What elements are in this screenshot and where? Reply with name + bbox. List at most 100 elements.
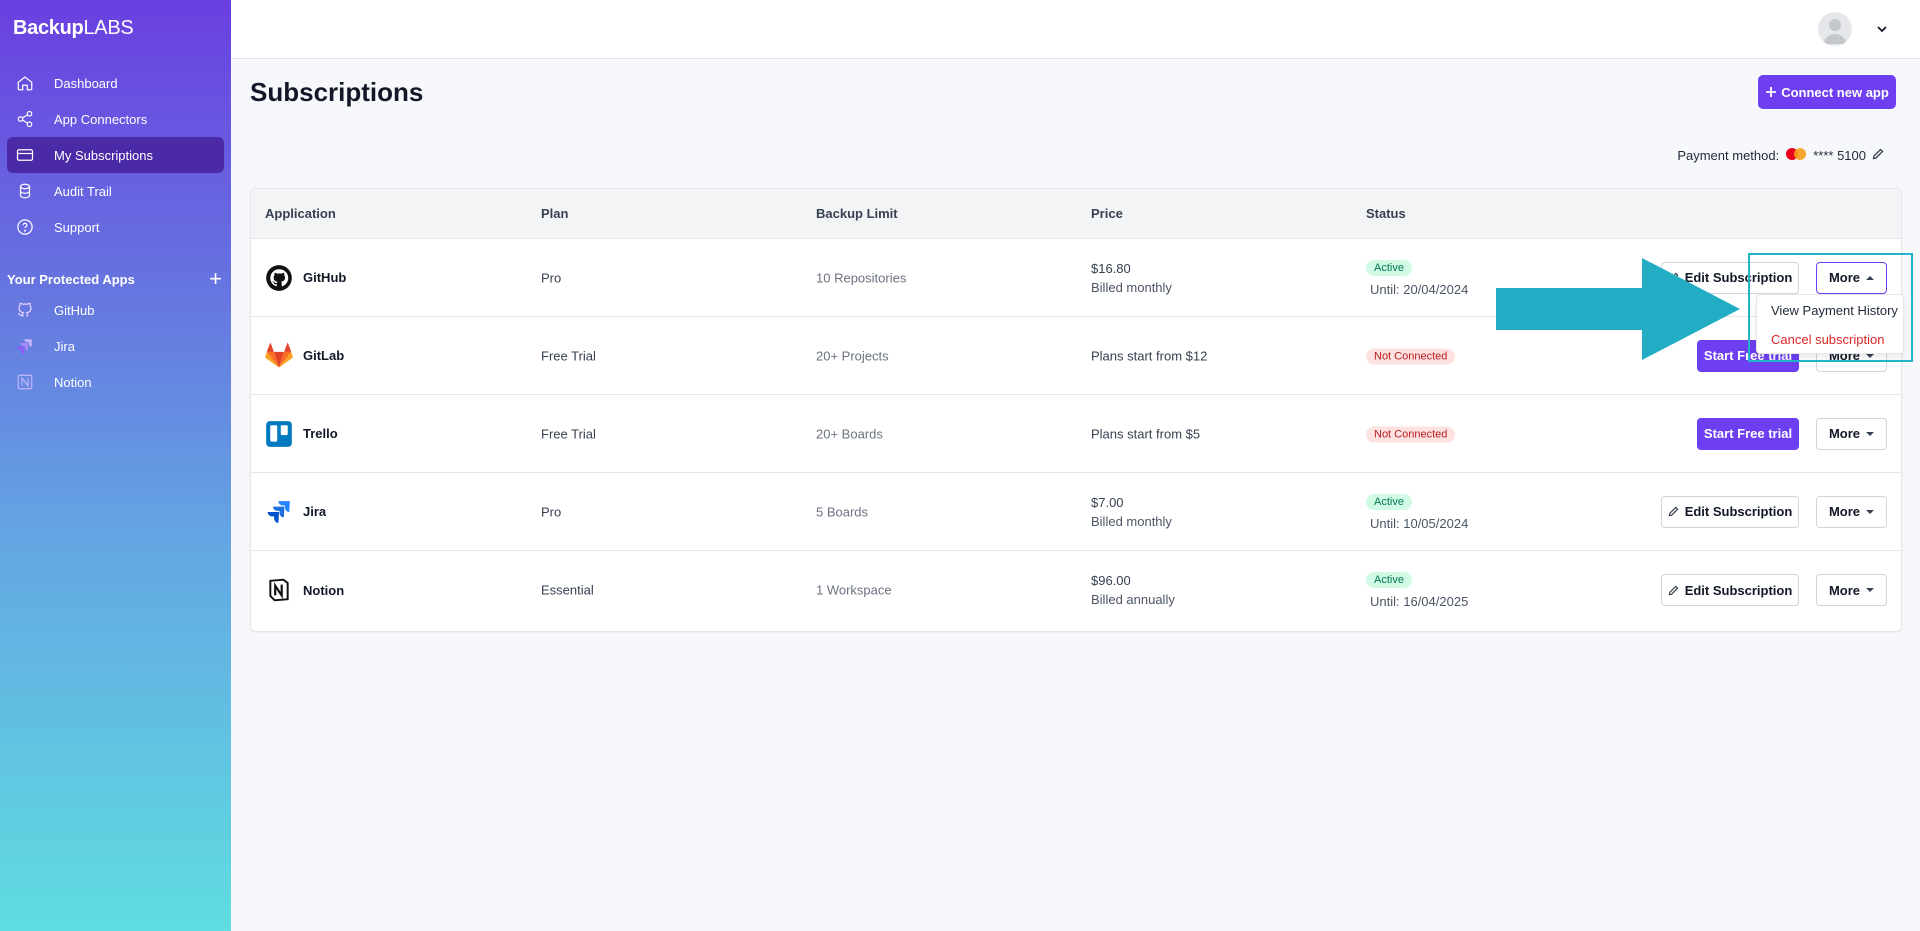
- pencil-icon: [1668, 506, 1679, 517]
- sidebar-item-github[interactable]: GitHub: [7, 292, 224, 328]
- card-number: **** 5100: [1813, 148, 1866, 163]
- status-badge: Active: [1366, 259, 1412, 276]
- edit-pencil-icon[interactable]: [1872, 148, 1884, 163]
- sidebar-item-audit-trail[interactable]: Audit Trail: [7, 173, 224, 209]
- app-name: GitLab: [303, 348, 345, 363]
- plan-cell: Pro: [541, 270, 562, 285]
- app-cell: GitHub: [265, 264, 346, 292]
- sidebar-item-dashboard[interactable]: Dashboard: [7, 65, 224, 101]
- more-dropdown-menu: View Payment History Cancel subscription: [1756, 294, 1904, 354]
- caret-down-icon: [1866, 431, 1875, 436]
- backup-limit-cell: 20+ Boards: [816, 426, 883, 441]
- jira-icon: [265, 498, 293, 526]
- sidebar-item-label: App Connectors: [54, 111, 148, 127]
- app-cell: GitLab: [265, 342, 344, 370]
- edit-subscription-button[interactable]: Edit Subscription: [1661, 574, 1799, 606]
- status-cell: Not Connected: [1366, 425, 1456, 442]
- status-cell: Active Until: 10/05/2024: [1366, 493, 1468, 531]
- sidebar-item-label: Jira: [54, 338, 75, 354]
- sidebar-item-label: My Subscriptions: [54, 147, 153, 163]
- app-name: Jira: [303, 504, 327, 519]
- chevron-down-icon[interactable]: [1876, 22, 1888, 40]
- sidebar-item-label: GitHub: [54, 302, 95, 318]
- pencil-icon: [1668, 585, 1679, 595]
- column-header: Price: [1091, 206, 1123, 221]
- sidebar-item-notion[interactable]: Notion: [7, 364, 224, 400]
- pencil-icon: [1668, 272, 1679, 283]
- column-header: Application: [265, 206, 336, 221]
- more-button[interactable]: More: [1816, 417, 1887, 450]
- backup-limit-cell: 1 Workspace: [816, 582, 892, 598]
- sidebar-item-my-subscriptions[interactable]: My Subscriptions: [7, 137, 224, 173]
- notion-icon: [15, 372, 35, 392]
- connect-new-app-button[interactable]: Connect new app: [1758, 75, 1896, 109]
- sidebar-item-label: Support: [54, 219, 100, 235]
- table-row: Jira Pro 5 Boards $7.00 Billed monthly A…: [251, 473, 1901, 551]
- sidebar-item-app-connectors[interactable]: App Connectors: [7, 101, 224, 137]
- edit-subscription-button[interactable]: Edit Subscription: [1661, 495, 1799, 528]
- status-badge: Not Connected: [1366, 426, 1456, 442]
- share-icon: [15, 109, 35, 129]
- until-date: Until: 10/05/2024: [1370, 515, 1469, 531]
- price-cell: $16.80 Billed monthly: [1091, 261, 1172, 295]
- price-cell: Plans start from $12: [1091, 348, 1208, 363]
- caret-up-icon: [1866, 275, 1875, 280]
- caret-down-icon: [1866, 588, 1875, 592]
- brand-logo[interactable]: BackupLABS: [13, 17, 134, 40]
- view-payment-history-item[interactable]: View Payment History: [1771, 303, 1898, 318]
- section-title: Your Protected Apps: [7, 271, 135, 287]
- start-free-trial-button[interactable]: Start Free trial: [1697, 417, 1799, 450]
- page-title: Subscriptions: [250, 77, 424, 107]
- top-bar: [231, 0, 1920, 59]
- plan-cell: Pro: [541, 504, 562, 519]
- jira-icon: [15, 336, 35, 356]
- status-badge: Active: [1366, 572, 1412, 588]
- add-app-icon[interactable]: +: [209, 268, 222, 290]
- app-name: Notion: [303, 582, 345, 598]
- more-button[interactable]: More: [1816, 261, 1887, 294]
- price-cell: Plans start from $5: [1091, 426, 1201, 441]
- github-icon: [265, 264, 293, 292]
- price-value: $7.00: [1091, 494, 1124, 510]
- status-cell: Active Until: 16/04/2025: [1366, 571, 1468, 609]
- edit-subscription-button[interactable]: Edit Subscription: [1661, 261, 1799, 294]
- status-badge: Not Connected: [1366, 348, 1456, 364]
- price-value: $96.00: [1091, 573, 1131, 588]
- sidebar-item-label: Audit Trail: [54, 183, 112, 199]
- column-header: Status: [1366, 206, 1406, 221]
- table-header: Application Plan Backup Limit Price Stat…: [251, 189, 1901, 239]
- app-cell: Jira: [265, 498, 326, 526]
- table-row: Trello Free Trial 20+ Boards Plans start…: [251, 395, 1901, 473]
- sidebar-item-jira[interactable]: Jira: [7, 328, 224, 364]
- sidebar-item-label: Notion: [54, 374, 92, 390]
- payment-method: Payment method: **** 5100: [1677, 147, 1884, 164]
- sidebar-item-support[interactable]: Support: [7, 209, 224, 245]
- backup-limit-cell: 20+ Projects: [816, 348, 889, 363]
- backup-limit-cell: 10 Repositories: [816, 270, 907, 285]
- subscriptions-table: Application Plan Backup Limit Price Stat…: [250, 188, 1902, 632]
- table-row: Notion Essential 1 Workspace $96.00 Bill…: [251, 551, 1901, 629]
- backup-limit-cell: 5 Boards: [816, 504, 869, 519]
- credit-card-icon: [15, 145, 35, 165]
- until-date: Until: 16/04/2025: [1370, 594, 1469, 609]
- caret-down-icon: [1866, 509, 1875, 514]
- app-cell: Notion: [265, 576, 344, 604]
- user-avatar[interactable]: [1818, 12, 1852, 46]
- app-name: GitHub: [303, 270, 347, 285]
- protected-apps-section: Your Protected Apps +: [7, 268, 224, 290]
- plan-cell: Essential: [541, 582, 594, 598]
- sidebar-item-label: Dashboard: [54, 75, 118, 91]
- billing-cycle: Billed monthly: [1091, 279, 1172, 295]
- price-cell: $7.00 Billed monthly: [1091, 495, 1172, 529]
- column-header: Plan: [541, 206, 569, 221]
- until-date: Until: 20/04/2024: [1370, 281, 1469, 297]
- plus-icon: [1766, 87, 1777, 97]
- trello-icon: [265, 420, 293, 448]
- cancel-subscription-item[interactable]: Cancel subscription: [1771, 332, 1884, 347]
- more-button[interactable]: More: [1816, 574, 1887, 606]
- column-header: Backup Limit: [816, 206, 898, 221]
- billing-cycle: Billed monthly: [1091, 513, 1172, 529]
- more-button[interactable]: More: [1816, 495, 1887, 528]
- notion-icon: [265, 576, 293, 604]
- price-value: $16.80: [1091, 260, 1131, 276]
